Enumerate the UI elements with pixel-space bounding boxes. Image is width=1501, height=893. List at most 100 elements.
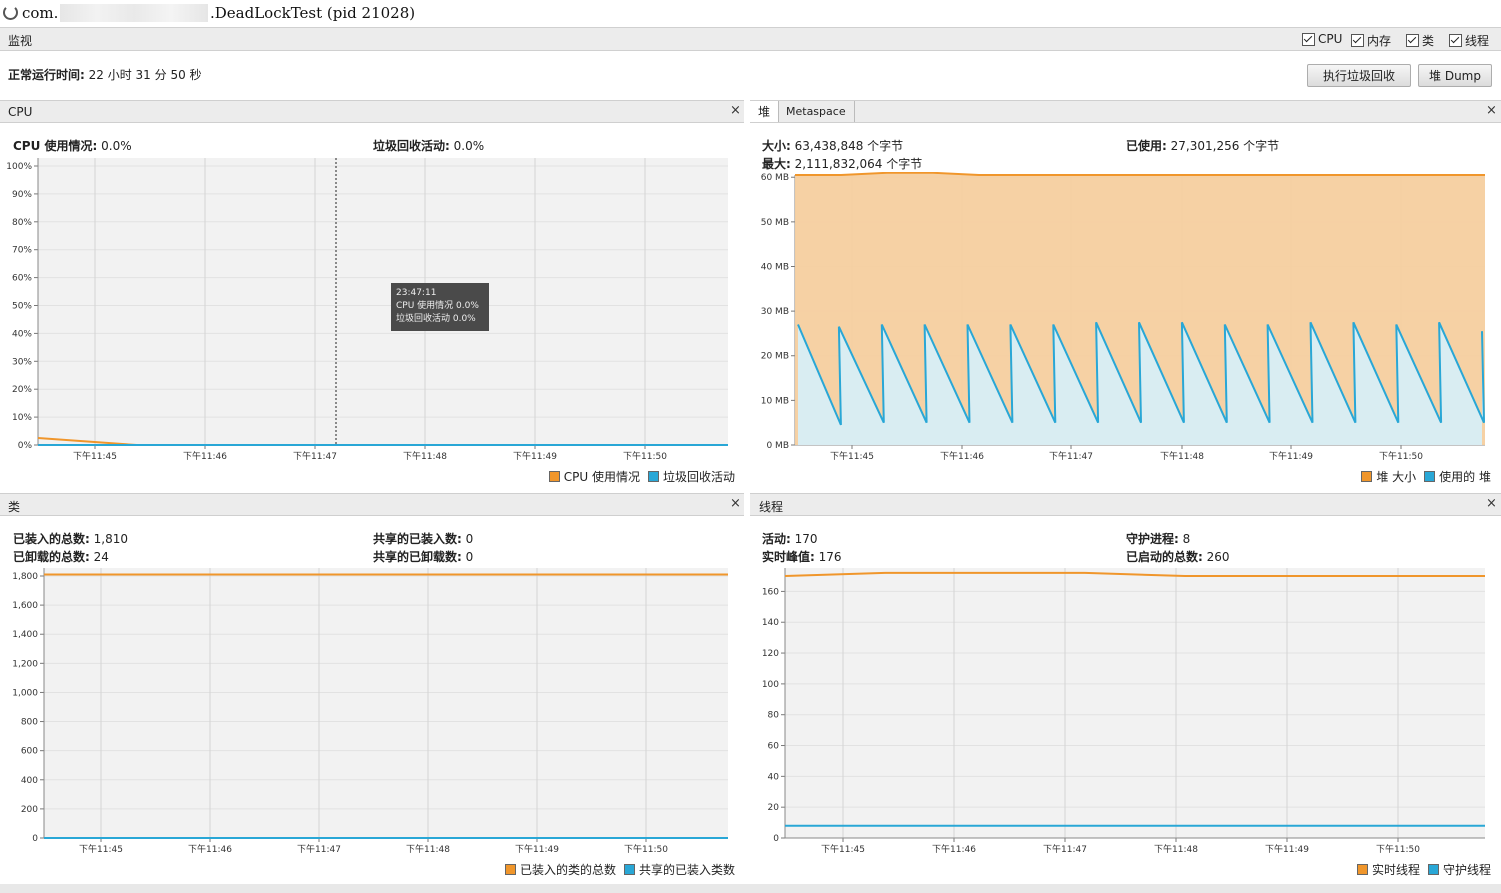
y-tick-label: 1,600: [12, 601, 38, 611]
x-tick-label: 下午11:46: [940, 450, 984, 462]
heap-used-value: 27,301,256 个字节: [1170, 139, 1280, 153]
plot-area: [785, 568, 1485, 838]
heap-used-stat: 已使用: 27,301,256 个字节: [1126, 137, 1279, 154]
threads-chart-legend: 实时线程 守护线程: [1349, 861, 1491, 878]
y-tick-label: 60%: [12, 274, 32, 284]
threads-live-label: 活动:: [762, 532, 791, 546]
x-tick-label: 下午11:48: [406, 843, 450, 855]
y-tick-label: 100: [762, 680, 779, 690]
threads-panel-close-icon[interactable]: ×: [1486, 496, 1497, 511]
y-tick-label: 1,200: [12, 659, 38, 669]
checkbox-checked-icon[interactable]: [1406, 34, 1419, 47]
checkbox-checked-icon[interactable]: [1302, 32, 1315, 46]
redacted-package-name: [60, 4, 208, 22]
y-tick-label: 0: [32, 834, 38, 844]
uptime-label: 正常运行时间:: [8, 68, 85, 82]
y-tick-label: 50%: [12, 302, 32, 312]
y-tick-label: 400: [21, 776, 38, 786]
cpu-panel-title: CPU: [8, 105, 33, 119]
tooltip-cpu: CPU 使用情况 0.0%: [396, 301, 479, 311]
classes-chart-legend: 已装入的类的总数 共享的已装入类数: [497, 861, 735, 878]
shared-loaded-label: 共享的已装入数:: [373, 532, 462, 546]
checkbox-checked-icon[interactable]: [1449, 34, 1462, 47]
shared-unloaded-value: 0: [465, 550, 474, 564]
checkbox-threads-label: 线程: [1465, 34, 1490, 48]
classes-panel-header: 类 ×: [0, 493, 744, 516]
threads-peak-label: 实时峰值:: [762, 550, 815, 564]
threads-peak-value: 176: [818, 550, 842, 564]
legend-swatch-blue: [647, 471, 659, 482]
cpu-usage-value: 0.0%: [101, 139, 132, 153]
threads-started-value: 260: [1206, 550, 1230, 564]
tab-heap[interactable]: 堆: [750, 101, 780, 122]
cpu-panel-header: CPU ×: [0, 100, 744, 123]
cpu-chart: 0% 10% 20% 30% 40% 50% 60% 70% 80% 90% 100% 下午11:45…: [6, 158, 728, 462]
plot-area: [44, 568, 728, 838]
heap-size-stat: 大小: 63,438,848 个字节: [762, 137, 903, 154]
cpu-usage-label: CPU 使用情况:: [13, 139, 98, 153]
y-tick-label: 120: [762, 649, 779, 659]
legend-loaded-classes: 已装入的类的总数: [519, 863, 616, 877]
monitor-toolbar: 监视 CPU 内存 类 线程: [0, 27, 1501, 51]
x-tick-label: 下午11:50: [1379, 450, 1423, 462]
y-tick-label: 200: [21, 805, 38, 815]
legend-heap-size: 堆 大小: [1376, 470, 1417, 484]
threads-chart: 0 20 40 60 80 100 120 140 160 下午11:45 下午11:46 下午11:…: [762, 568, 1485, 855]
gc-activity-value: 0.0%: [453, 139, 485, 153]
x-tick-label: 下午11:45: [73, 450, 117, 462]
threads-daemon-value: 8: [1182, 532, 1191, 546]
threads-live-stat: 活动: 170: [762, 530, 818, 547]
legend-used-heap: 使用的 堆: [1439, 470, 1491, 484]
checkbox-classes[interactable]: 类: [1406, 32, 1434, 49]
heap-panel-close-icon[interactable]: ×: [1486, 103, 1497, 118]
y-tick-label: 20: [768, 803, 780, 813]
classes-panel-title: 类: [8, 500, 21, 514]
x-tick-label: 下午11:46: [188, 843, 232, 855]
y-tick-label: 140: [762, 618, 779, 628]
x-tick-label: 下午11:49: [515, 843, 559, 855]
cpu-chart-legend: CPU 使用情况 垃圾回收活动: [541, 468, 735, 485]
shared-unloaded-label: 共享的已卸载数:: [373, 550, 462, 564]
x-tick-label: 下午11:49: [1269, 450, 1313, 462]
y-tick-label: 60: [768, 742, 780, 752]
legend-swatch-orange: [1356, 864, 1368, 875]
cpu-panel-close-icon[interactable]: ×: [730, 103, 741, 118]
y-tick-label: 40 MB: [761, 262, 789, 272]
y-tick-label: 600: [21, 747, 38, 757]
classes-panel-close-icon[interactable]: ×: [730, 496, 741, 511]
x-tick-label: 下午11:49: [513, 450, 557, 462]
y-tick-label: 30 MB: [761, 307, 789, 317]
y-tick-label: 80%: [12, 218, 32, 228]
perform-gc-button[interactable]: 执行垃圾回收: [1307, 64, 1411, 87]
y-tick-label: 1,000: [12, 688, 38, 698]
heap-dump-button[interactable]: 堆 Dump: [1418, 64, 1492, 87]
y-tick-label: 70%: [12, 246, 32, 256]
y-tick-label: 1,400: [12, 630, 38, 640]
y-tick-label: 40: [768, 772, 780, 782]
heap-chart: 0 MB 10 MB 20 MB 30 MB 40 MB 50 MB 60 MB 下午11:4…: [761, 172, 1485, 462]
checkbox-checked-icon[interactable]: [1351, 34, 1364, 47]
x-tick-label: 下午11:47: [1043, 843, 1087, 855]
y-tick-label: 10 MB: [761, 396, 789, 406]
y-tick-label: 10%: [12, 413, 32, 423]
legend-swatch-orange: [1361, 471, 1373, 482]
y-tick-label: 90%: [12, 190, 32, 200]
tooltip-gc: 垃圾回收活动 0.0%: [396, 314, 476, 324]
checkbox-memory[interactable]: 内存: [1351, 32, 1391, 49]
classes-chart: 0 200 400 600 800 1,000 1,200 1,400 1,600 1,800 下午…: [12, 568, 728, 855]
x-tick-label: 下午11:45: [821, 843, 865, 855]
x-tick-label: 下午11:47: [1049, 450, 1093, 462]
legend-daemon-threads: 守护线程: [1442, 863, 1491, 877]
monitor-label: 监视: [8, 34, 33, 48]
threads-daemon-stat: 守护进程: 8: [1126, 530, 1190, 547]
heap-max-label: 最大:: [762, 157, 791, 171]
gc-activity-stat: 垃圾回收活动: 0.0%: [373, 137, 484, 154]
checkbox-cpu[interactable]: CPU: [1302, 32, 1342, 46]
checkbox-threads[interactable]: 线程: [1449, 32, 1489, 49]
legend-gc-activity: 垃圾回收活动: [662, 470, 735, 484]
uptime: 正常运行时间: 22 小时 31 分 50 秒: [8, 66, 202, 83]
x-tick-label: 下午11:48: [1154, 843, 1198, 855]
x-tick-label: 下午11:48: [1160, 450, 1204, 462]
shared-loaded-stat: 共享的已装入数: 0: [373, 530, 473, 547]
tab-metaspace[interactable]: Metaspace: [778, 101, 855, 122]
